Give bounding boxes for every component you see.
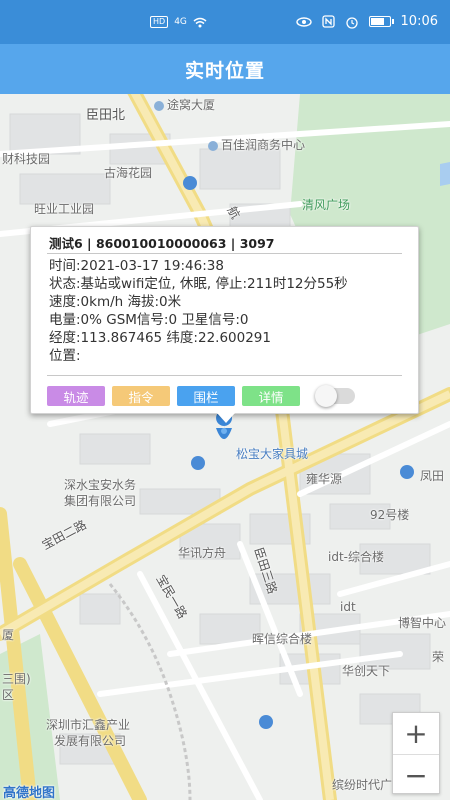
toggle-knob[interactable] [315,385,337,407]
device-info-lines: 时间:2021-03-17 19:46:38 状态:基站或wifi定位, 休眠,… [49,257,348,365]
poi-label: 旺业工业园 [34,202,95,216]
status-right: 10:06 [295,14,438,29]
hd-icon: HD [150,16,169,28]
info-address: 位置: [49,348,81,364]
alarm-icon [345,16,358,29]
zoom-in-button[interactable]: + [393,713,439,754]
poi-label: 百佳润商务中心 [208,136,305,153]
poi-label: 华创天下 [342,664,391,678]
details-button[interactable]: 详情 [242,386,300,406]
zoom-out-button[interactable]: − [393,754,439,795]
eye-icon [295,16,312,27]
battery-icon [368,16,394,27]
page-title: 实时位置 [184,59,265,82]
poi-label: 三围) [2,672,31,686]
clock: 10:06 [400,14,438,29]
poi-label: 雍华源 [306,472,343,486]
network-indicators: HD 4G [150,16,207,28]
poi-label: 荣 [432,650,445,664]
zoom-control: + − [392,712,440,794]
poi-label: 华讯方舟 [178,546,227,560]
app-header: 实时位置 [0,44,450,94]
poi-label: 臣田北 [86,108,126,123]
popup-pointer [217,413,235,423]
info-battery-signal: 电量:0% GSM信号:0 卫星信号:0 [49,312,249,328]
poi-label: 财科技园 [2,152,51,166]
poi-label: 清风广场 [302,198,351,212]
poi-label: 古海花园 [104,166,153,180]
device-info-popup: 测试6 | 860010010000063 | 3097 时间:2021-03-… [30,226,419,414]
poi-label: 区 [2,688,15,702]
device-title: 测试6 | 860010010000063 | 3097 [49,236,275,251]
nfc-icon [321,15,335,28]
info-time: 时间:2021-03-17 19:46:38 [49,258,224,274]
poi-label: 途窝大厦 [154,96,215,113]
divider [47,253,402,254]
info-status: 状态:基站或wifi定位, 休眠, 停止:211时12分55秒 [49,276,348,292]
poi-label: idt-综合楼 [328,550,384,564]
poi-label: 深圳市汇鑫产业 [46,718,131,732]
poi-label: 发展有限公司 [54,734,127,748]
command-button[interactable]: 指令 [112,386,170,406]
info-coordinates: 经度:113.867465 纬度:22.600291 [49,330,271,346]
status-bar: HD 4G 10:06 [0,0,450,44]
poi-label: 92号楼 [370,508,410,522]
poi-label: 凤田 [420,469,445,483]
signal-icon: 4G [174,17,187,27]
wifi-icon [193,17,207,27]
poi-label: 晖信综合楼 [252,632,313,646]
map-provider-logo: 高德地图 [3,786,56,800]
poi-label: 厦 [2,628,15,642]
track-button[interactable]: 轨迹 [47,386,105,406]
follow-toggle[interactable] [315,385,355,407]
info-speed: 速度:0km/h 海拔:0米 [49,294,182,310]
popup-actions: 轨迹 指令 围栏 详情 [47,385,355,407]
poi-label: 博智中心 [398,616,447,630]
divider [47,375,402,376]
fence-button[interactable]: 围栏 [177,386,235,406]
poi-label: 深水宝安水务 [64,478,137,492]
map-view[interactable]: 臣田北 途窝大厦 百佳润商务中心 财科技园 古海花园 旺业工业园 清风广场 松宝… [0,94,450,800]
poi-label: 松宝大家具城 [236,447,309,461]
poi-label: 集团有限公司 [64,494,137,508]
poi-label: idt [340,600,356,614]
